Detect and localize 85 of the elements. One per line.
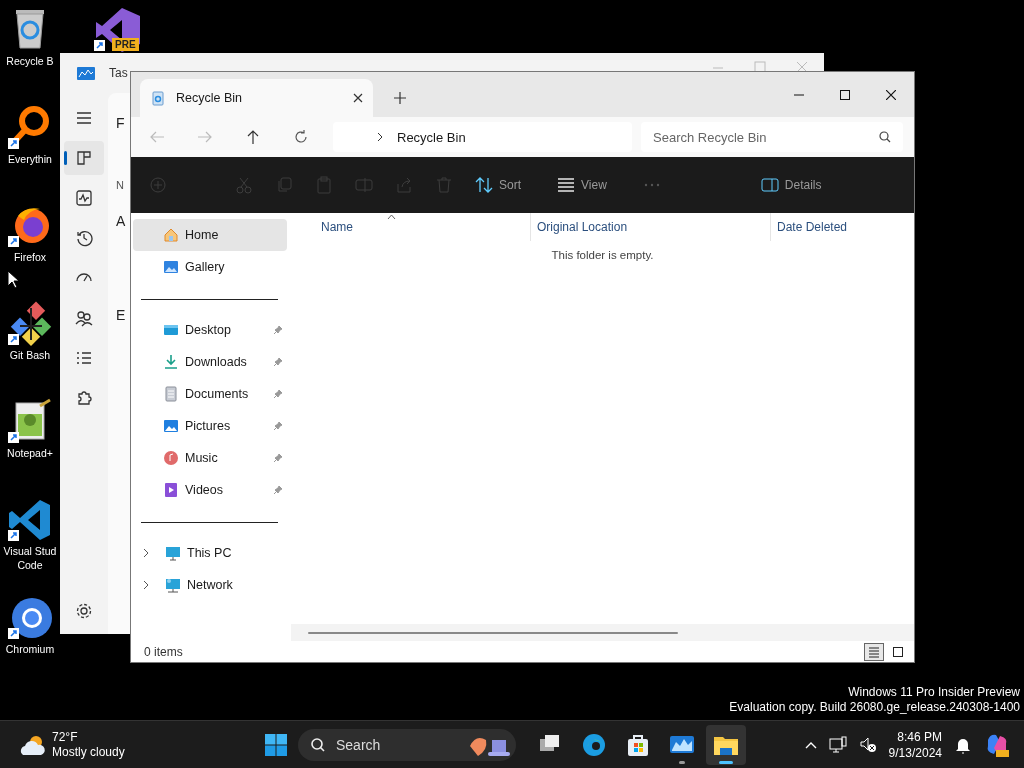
desktop-icon-label[interactable]: Firefox [13, 250, 47, 264]
search-icon [879, 131, 891, 143]
sidebar-item[interactable]: Home [133, 219, 287, 251]
desktop-icon-label[interactable]: Git Bash [9, 348, 51, 362]
download-icon [163, 354, 179, 370]
nav-item[interactable] [64, 141, 104, 175]
details-view-button[interactable] [864, 642, 884, 661]
users-icon [75, 309, 93, 327]
status-text: 0 items [144, 644, 184, 659]
volume-muted-icon[interactable] [858, 735, 877, 754]
column-header[interactable]: Name [291, 213, 531, 241]
chevron-icon [377, 132, 383, 142]
sidebar-item[interactable]: Videos [133, 474, 287, 506]
sidebar-item[interactable]: Desktop [133, 314, 287, 346]
sidebar-item[interactable]: Downloads [133, 346, 287, 378]
menu-icon [75, 109, 93, 127]
history-icon [75, 229, 93, 247]
sidebar-item[interactable]: Network [133, 569, 287, 601]
breadcrumb[interactable]: Recycle Bin [397, 129, 466, 145]
label-text: N [116, 178, 124, 193]
music-icon [163, 450, 179, 466]
refresh-icon[interactable] [293, 129, 309, 145]
document-icon [163, 386, 179, 402]
column-header[interactable]: Original Location [531, 213, 771, 241]
temperature[interactable]: 72°F [52, 729, 125, 745]
taskbar-app-button[interactable] [706, 724, 746, 765]
app-icon [77, 66, 95, 80]
sidebar-item[interactable]: Pictures [133, 410, 287, 442]
list-icon [868, 645, 880, 658]
watermark-text: Windows 11 Pro Insider Preview [847, 685, 1020, 700]
chevron-icon[interactable] [143, 580, 149, 590]
up-icon[interactable] [245, 129, 261, 145]
desktop-icon [163, 322, 179, 338]
desktop-icon-label[interactable]: Everythin [8, 152, 52, 166]
desktop-icon-label[interactable]: Recycle B [6, 54, 54, 68]
home-icon [163, 227, 179, 243]
pulse-chart-icon [75, 189, 93, 207]
column-header[interactable]: Date Deleted [771, 213, 848, 241]
square-icon [892, 645, 904, 658]
sidebar-item[interactable]: Music [133, 442, 287, 474]
desktop-icon-label[interactable]: Visual Stud Code [3, 544, 57, 572]
video-icon [163, 482, 179, 498]
empty-message: This folder is empty. [551, 249, 654, 261]
desktop-icon-label[interactable]: Chromium [5, 642, 55, 656]
tab[interactable]: Recycle Bin [140, 79, 373, 117]
weather-condition[interactable]: Mostly cloudy [52, 744, 125, 760]
search-icon [310, 736, 326, 753]
label-text: A [116, 213, 126, 229]
label-text: F [116, 115, 125, 131]
search-field[interactable]: Search [298, 728, 516, 761]
window-title: Tas [109, 66, 128, 80]
monitor-icon [165, 545, 181, 561]
search-field[interactable]: Search Recycle Bin [641, 122, 903, 152]
maximize-icon[interactable] [840, 90, 850, 100]
start-icon[interactable] [264, 732, 288, 757]
tab-title: Recycle Bin [176, 91, 243, 105]
sidebar-item[interactable]: Documents [133, 378, 287, 410]
toolbar-button[interactable]: View [557, 165, 607, 205]
clock-time[interactable]: 8:46 PM [897, 728, 942, 745]
toolbar-button[interactable]: Sort [475, 165, 521, 205]
network-icon[interactable] [828, 735, 847, 754]
sidebar-item[interactable]: This PC [133, 537, 287, 569]
preview-badge: PRE [112, 38, 139, 51]
add-tab-icon[interactable] [393, 91, 407, 105]
watermark-text: Evaluation copy. Build 26080.ge_release.240308-1400 [729, 700, 1020, 715]
close-icon[interactable] [886, 90, 896, 100]
close-icon[interactable] [353, 93, 363, 103]
diamond-tiles-icon[interactable] [6, 300, 54, 346]
sidebar-item[interactable]: Gallery [133, 251, 287, 283]
label-text: E [116, 307, 126, 323]
toolbar-button[interactable]: Details [760, 165, 822, 205]
puzzle-icon [75, 389, 93, 407]
list-icon [75, 349, 93, 367]
monitor-icon [165, 577, 181, 593]
chevron-icon[interactable] [143, 548, 149, 558]
address-bar[interactable]: Recycle Bin [333, 122, 632, 152]
settings-icon [75, 602, 93, 620]
picture-icon [163, 259, 179, 275]
grid-icon [75, 149, 93, 167]
chevron-up-icon[interactable] [804, 740, 817, 749]
picture-icon [163, 418, 179, 434]
clock-date[interactable]: 9/13/2024 [888, 744, 942, 761]
recycle-bin-icon [150, 90, 166, 106]
desktop-icon-label[interactable]: Notepad+ [7, 446, 53, 460]
cursor-icon [7, 270, 19, 289]
